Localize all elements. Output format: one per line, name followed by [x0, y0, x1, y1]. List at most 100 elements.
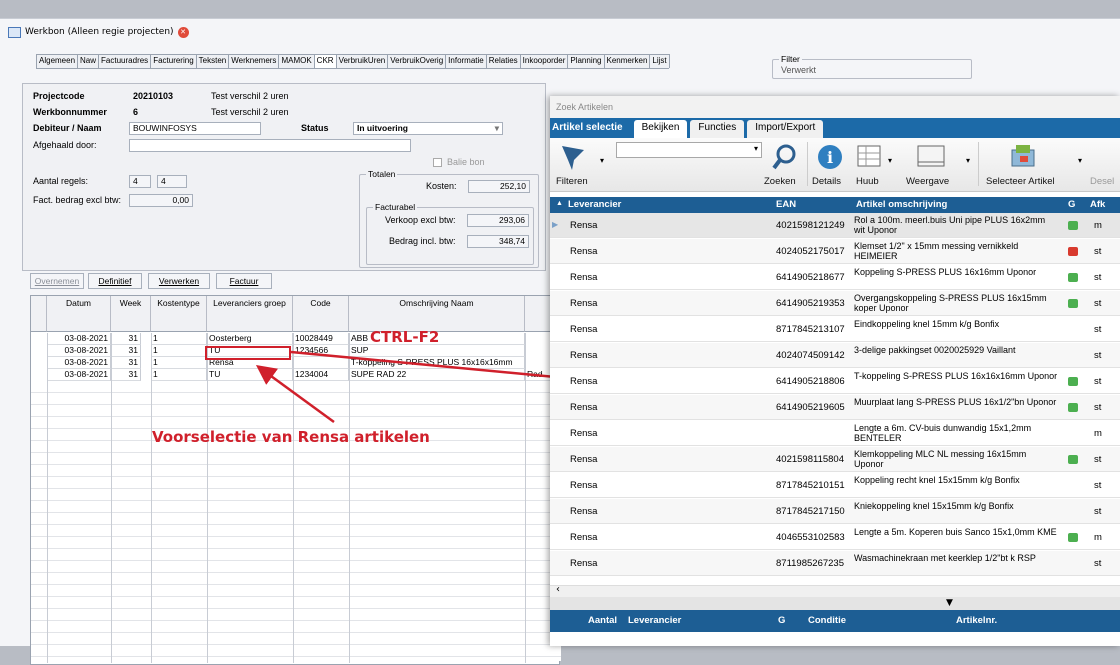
factuur-button[interactable]: Factuur [216, 273, 272, 289]
article-row[interactable]: Rensa 6414905219605 Muurplaat lang S-PRESS… [550, 395, 1120, 420]
tab-import-export[interactable]: Import/Export [747, 120, 824, 138]
weergave-dropdown-icon[interactable]: ▾ [966, 156, 970, 165]
selecteer-dropdown-icon[interactable]: ▾ [1078, 156, 1082, 165]
article-row[interactable]: Rensa 6414905218677 Koppeling S-PRESS PLUS… [550, 265, 1120, 290]
info-icon[interactable]: i [816, 143, 844, 171]
cell-afk: st [1094, 454, 1102, 465]
definitief-button[interactable]: Definitief [88, 273, 142, 289]
cell-ean: 4046553102583 [776, 532, 845, 543]
svg-text:i: i [827, 148, 833, 167]
article-row[interactable]: ▶ Rensa 4021598121249 Rol a 100m. meerl.bui… [550, 213, 1120, 238]
details-button[interactable]: Details [812, 176, 841, 187]
tab-lijst[interactable]: Lijst [649, 54, 670, 68]
tab-ckr[interactable]: CKR [313, 54, 337, 68]
grid-header-datum[interactable]: Datum [47, 296, 111, 332]
header-leverancier[interactable]: Leverancier [568, 199, 621, 210]
cell-week: 31 [111, 369, 141, 381]
article-row[interactable]: Rensa 4024052175017 Klemset 1/2" x 15mm me… [550, 239, 1120, 264]
cell-omschrijving: 3-delige pakkingset 0020025929 Vaillant [854, 345, 1016, 355]
article-row[interactable]: Rensa 6414905219353 Overgangskoppeling S-P… [550, 291, 1120, 316]
header-afk[interactable]: Afk [1090, 199, 1105, 210]
horizontal-scrollbar[interactable]: ‹ [550, 584, 1120, 597]
tab-werknemers[interactable]: Werknemers [228, 54, 280, 68]
filter-icon[interactable] [558, 142, 588, 172]
footer-aantal[interactable]: Aantal [588, 615, 617, 626]
grid-header-kostentype[interactable]: Kostentype [151, 296, 207, 332]
article-row[interactable]: Rensa 4024074509142 3-delige pakkingset 00… [550, 343, 1120, 368]
window-titlebar: Werkbon (Alleen regie projecten) ✕ [8, 24, 189, 40]
panel-splitter[interactable]: ▼ [550, 597, 1120, 610]
footer-conditie[interactable]: Conditie [808, 615, 846, 626]
tab-kenmerken[interactable]: Kenmerken [603, 54, 651, 68]
article-row[interactable]: Rensa 8717845210151 Koppeling recht knel 1… [550, 473, 1120, 498]
tab-functies[interactable]: Functies [690, 120, 745, 138]
layout-icon[interactable] [916, 144, 946, 170]
footer-artikelnr[interactable]: Artikelnr. [956, 615, 997, 626]
scroll-left-icon[interactable]: ‹ [556, 584, 560, 595]
verwerken-button[interactable]: Verwerken [148, 273, 210, 289]
tab-informatie[interactable]: Informatie [445, 54, 487, 68]
footer-leverancier[interactable]: Leverancier [628, 615, 681, 626]
status-label: Status [301, 123, 329, 133]
overnemen-button[interactable]: Overnemen [30, 273, 84, 289]
close-icon[interactable]: ✕ [177, 26, 189, 38]
grid-header-leveranciersgroep[interactable]: Leveranciers groep [207, 296, 293, 332]
tab-planning[interactable]: Planning [567, 54, 605, 68]
select-article-icon[interactable] [1008, 142, 1038, 170]
incl-field: 348,74 [467, 235, 529, 248]
cell-omschrijving: Muurplaat lang S-PRESS PLUS 16x1/2"bn Up… [854, 397, 1057, 407]
selecteer-artikel-button[interactable]: Selecteer Artikel [986, 176, 1055, 187]
article-row[interactable]: Rensa 4046553102583 Lengte a 5m. Koperen b… [550, 525, 1120, 550]
article-row[interactable]: Rensa 4021598115804 Klemkoppeling MLC NL m… [550, 447, 1120, 472]
article-row[interactable]: Rensa 6414905218806 T-koppeling S-PRESS PL… [550, 369, 1120, 394]
tab-artikel-selectie[interactable]: Artikel selectie [550, 120, 631, 138]
filter-dropdown-icon[interactable]: ▾ [600, 156, 604, 165]
grid-header-code[interactable]: Code [293, 296, 349, 332]
footer-g[interactable]: G [778, 615, 785, 626]
projectcode-value: 20210103 [133, 91, 174, 101]
cell-leverancier: Rensa [570, 428, 598, 439]
huub-dropdown-icon[interactable]: ▾ [888, 156, 892, 165]
grid-header-omschrijving[interactable]: Omschrijving Naam [349, 296, 525, 332]
header-ean[interactable]: EAN [776, 199, 796, 210]
search-input[interactable]: ▾ [616, 142, 762, 158]
stock-green-icon [1068, 403, 1078, 412]
header-g[interactable]: G [1068, 199, 1075, 210]
stock-green-icon [1068, 273, 1078, 282]
status-select[interactable]: In uitvoering ▾ [353, 122, 503, 135]
cell-leverancier: Rensa [570, 402, 598, 413]
tab-algemeen[interactable]: Algemeen [36, 54, 79, 68]
tab-facturering[interactable]: Facturering [150, 54, 197, 68]
tab-verbruikuren[interactable]: VerbruikUren [335, 54, 389, 68]
tab-verbruikoverig[interactable]: VerbruikOverig [387, 54, 447, 68]
tab-relaties[interactable]: Relaties [485, 54, 521, 68]
zoeken-button[interactable]: Zoeken [764, 176, 796, 187]
article-row[interactable]: Rensa Lengte a 6m. CV-buis dunwandig 15x1… [550, 421, 1120, 446]
splitter-down-icon[interactable]: ▼ [946, 598, 953, 608]
article-row[interactable]: Rensa 8717845217150 Kniekoppeling knel 15x… [550, 499, 1120, 524]
search-icon[interactable] [772, 142, 802, 172]
tab-mamok[interactable]: MAMOK [278, 54, 315, 68]
deselect-button[interactable]: Desel [1090, 176, 1114, 187]
header-omschrijving[interactable]: Artikel omschrijving [856, 199, 947, 210]
balie-bon-checkbox[interactable] [433, 158, 442, 167]
tab-bekijken[interactable]: Bekijken [633, 120, 688, 138]
document-icon [8, 26, 21, 38]
tab-factuuradres[interactable]: Factuuradres [98, 54, 152, 68]
filteren-button[interactable]: Filteren [556, 176, 588, 187]
projectcode-desc: Test verschil 2 uren [211, 91, 289, 101]
tab-naw[interactable]: Naw [77, 54, 100, 68]
werkbon-form: Projectcode 20210103 Test verschil 2 ure… [22, 83, 546, 271]
grid-header-week[interactable]: Week [111, 296, 151, 332]
tab-inkooporder[interactable]: Inkooporder [519, 54, 569, 68]
article-row[interactable]: Rensa 8717845213107 Eindkoppeling knel 15m… [550, 317, 1120, 342]
huub-button[interactable]: Huub [856, 176, 879, 187]
afgehaald-field[interactable] [129, 139, 411, 152]
debiteur-field[interactable]: BOUWINFOSYS [129, 122, 261, 135]
filter-verwerkt[interactable]: Verwerkt [781, 65, 816, 75]
weergave-button[interactable]: Weergave [906, 176, 949, 187]
tab-teksten[interactable]: Teksten [195, 54, 230, 68]
fact-bedrag-label: Fact. bedrag excl btw: [33, 195, 122, 205]
article-row[interactable]: Rensa 8711985267235 Wasmachinekraan met ke… [550, 551, 1120, 576]
grid-view-icon[interactable] [856, 144, 884, 170]
